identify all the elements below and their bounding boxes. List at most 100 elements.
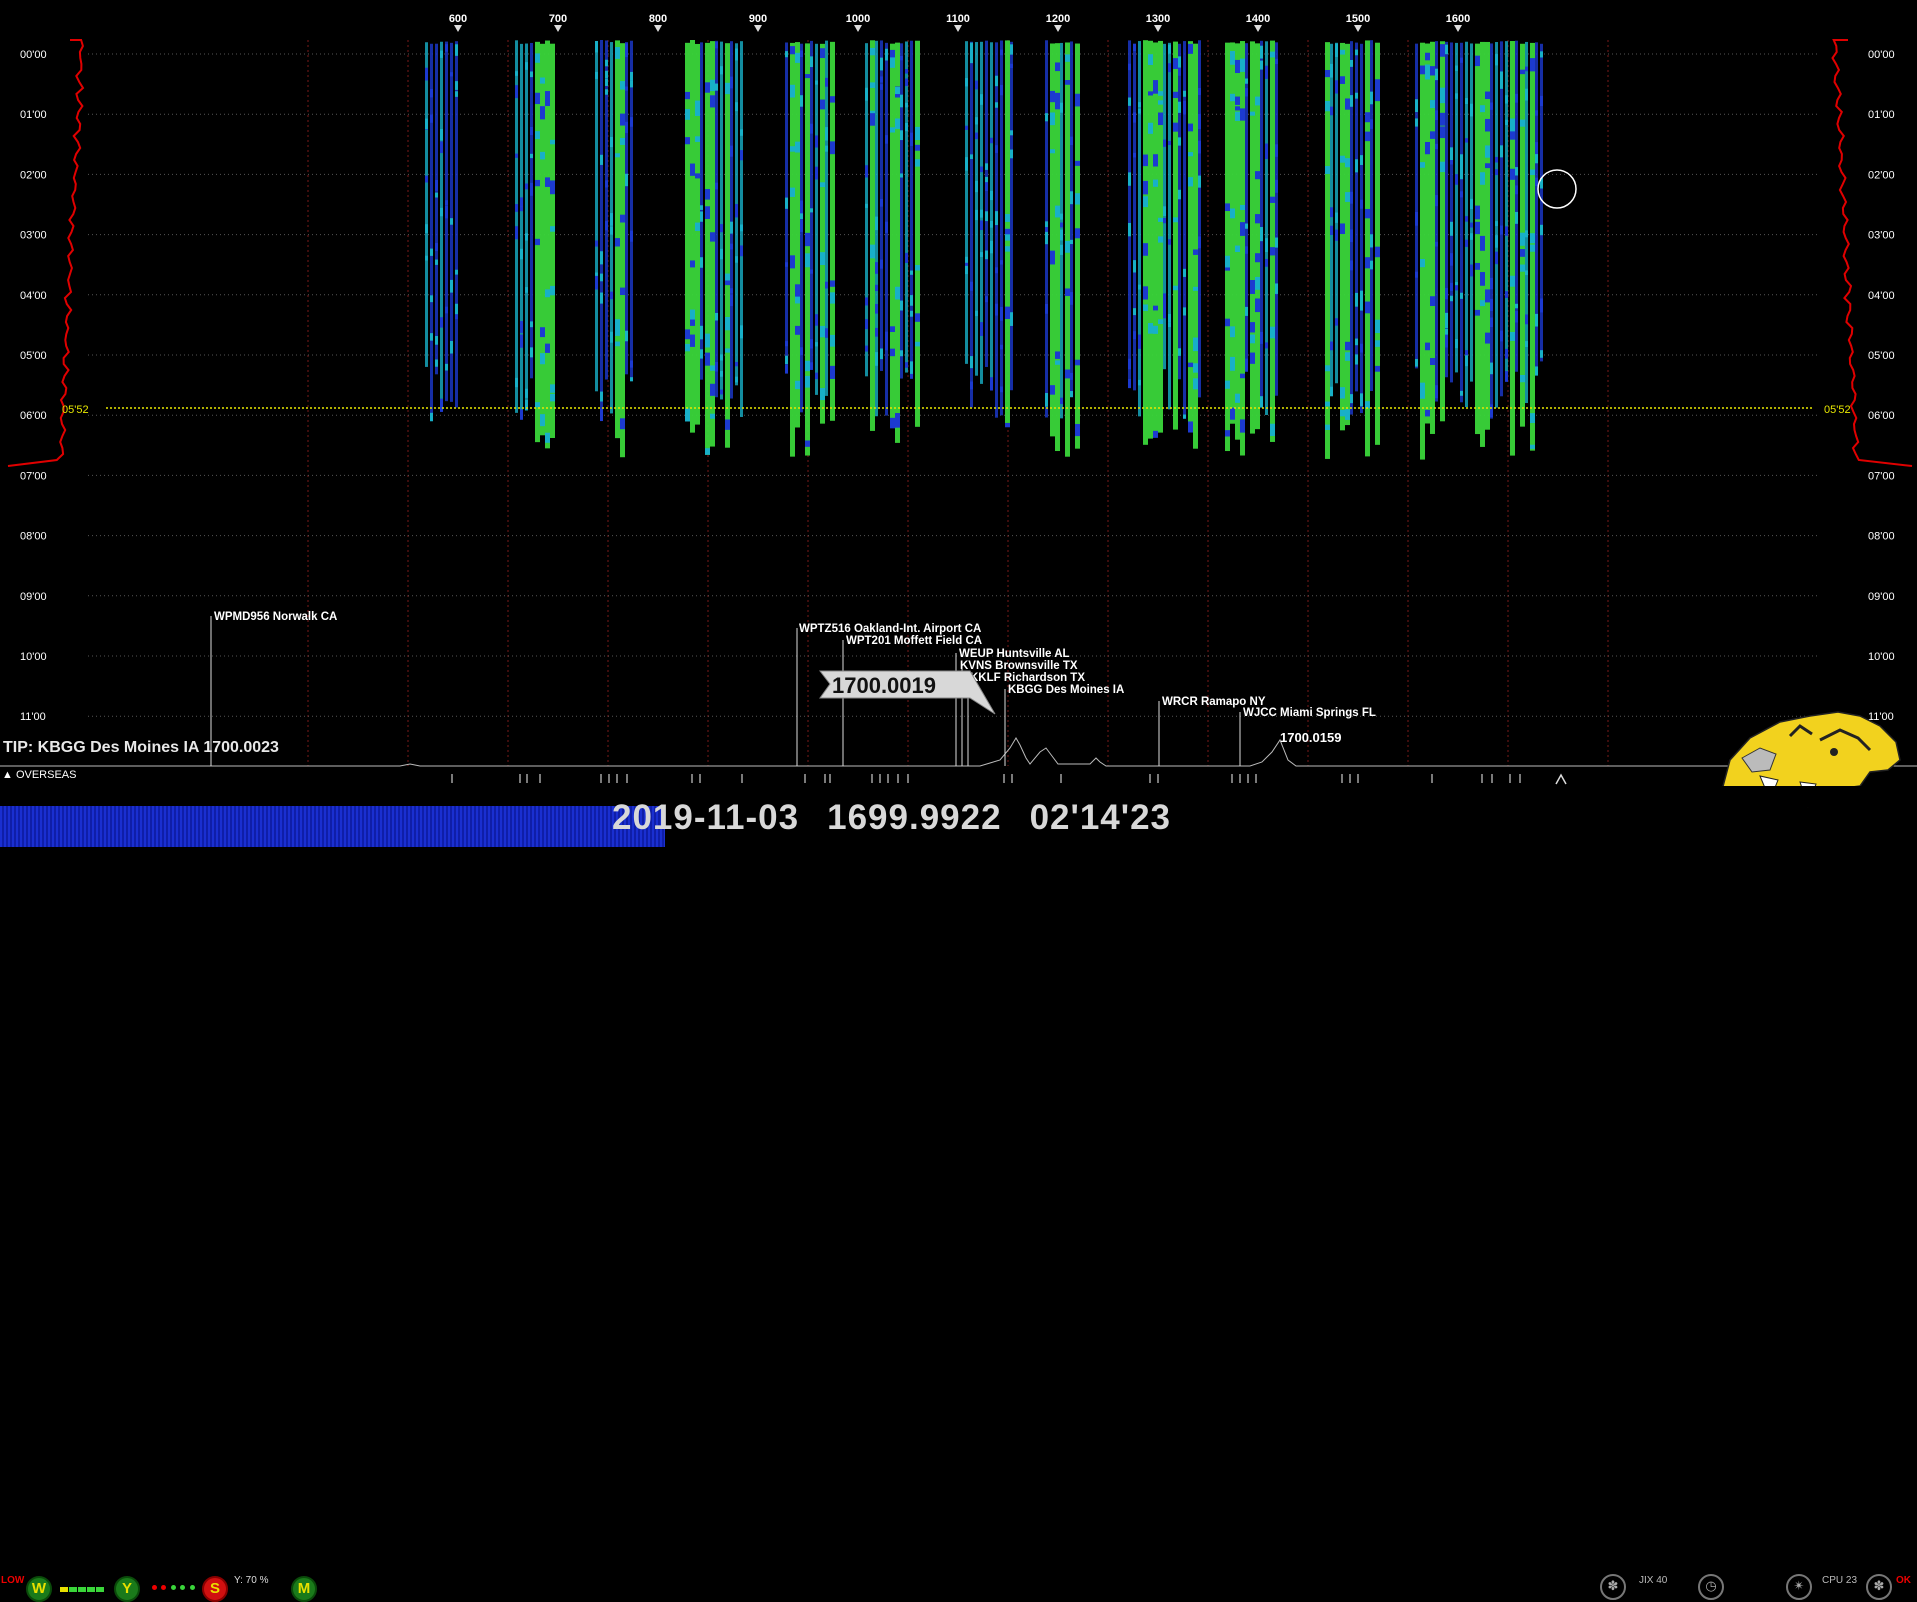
- signal-speck: [1435, 241, 1438, 247]
- signal-speck: [1375, 88, 1380, 102]
- signal-speck: [1465, 216, 1468, 222]
- station-label[interactable]: KBGG Des Moines IA: [1008, 684, 1124, 696]
- signal-speck: [1325, 424, 1330, 430]
- cursor-circle[interactable]: [1537, 169, 1577, 209]
- signal-speck: [885, 48, 888, 61]
- freq-marker: [1254, 25, 1262, 32]
- signal-speck: [1065, 288, 1070, 297]
- signal-speck: [805, 253, 810, 268]
- signal-band: [1450, 42, 1453, 383]
- station-label[interactable]: KKLF Richardson TX: [970, 672, 1085, 684]
- signal-speck: [1168, 239, 1171, 245]
- signal-speck: [1360, 302, 1363, 311]
- signal-speck: [1425, 52, 1430, 61]
- signal-speck: [1128, 358, 1131, 370]
- signal-speck: [1250, 111, 1255, 116]
- paw-icon[interactable]: ✽: [1600, 1574, 1626, 1600]
- signal-speck: [885, 221, 888, 233]
- w-indicator[interactable]: W: [26, 1576, 52, 1602]
- signal-speck: [605, 78, 608, 86]
- signal-speck: [1158, 217, 1163, 222]
- signal-speck: [700, 257, 703, 268]
- paw-icon[interactable]: ✽: [1866, 1574, 1892, 1600]
- signal-speck: [600, 154, 603, 165]
- signal-speck: [815, 135, 818, 148]
- signal-band: [975, 42, 978, 376]
- signal-speck: [630, 80, 633, 88]
- signal-speck: [875, 284, 878, 292]
- signal-speck: [1245, 88, 1248, 97]
- station-label[interactable]: KVNS Brownsville TX: [960, 660, 1078, 672]
- signal-band: [1475, 43, 1480, 435]
- signal-speck: [1520, 69, 1525, 75]
- m-indicator[interactable]: M: [291, 1576, 317, 1602]
- signal-speck: [705, 82, 710, 93]
- signal-band: [1153, 42, 1158, 436]
- signal-speck: [1225, 380, 1230, 389]
- signal-speck: [1075, 193, 1080, 205]
- station-label[interactable]: WPTZ516 Oakland-Int. Airport CA: [799, 623, 981, 635]
- overseas-toggle[interactable]: ▲ OVERSEAS: [2, 769, 76, 781]
- signal-speck: [1075, 93, 1080, 107]
- signal-speck: [605, 221, 608, 231]
- clock-icon[interactable]: ◷: [1698, 1574, 1724, 1600]
- signal-speck: [1178, 189, 1181, 200]
- signal-speck: [1485, 332, 1490, 344]
- signal-speck: [1345, 158, 1350, 168]
- signal-speck: [1005, 214, 1010, 222]
- y-indicator[interactable]: Y: [114, 1576, 140, 1602]
- signal-speck: [910, 132, 913, 147]
- signal-speck: [1148, 323, 1153, 334]
- signal-speck: [430, 114, 433, 123]
- signal-speck: [1365, 208, 1370, 219]
- station-label[interactable]: WPMD956 Norwalk CA: [214, 611, 337, 623]
- signal-speck: [900, 300, 903, 311]
- signal-speck: [445, 44, 448, 52]
- signal-speck: [785, 341, 788, 347]
- signal-speck: [515, 71, 518, 76]
- signal-band: [1188, 41, 1193, 426]
- signal-speck: [630, 71, 633, 81]
- signal-speck: [1515, 303, 1518, 309]
- signal-speck: [735, 376, 738, 383]
- signal-band: [620, 43, 625, 458]
- signal-speck: [1255, 171, 1260, 180]
- signal-speck: [1010, 312, 1013, 326]
- signal-speck: [1450, 282, 1453, 291]
- signal-band: [870, 40, 875, 431]
- signal-speck: [1500, 71, 1503, 84]
- signal-speck: [1133, 152, 1136, 158]
- station-label[interactable]: WEUP Huntsville AL: [959, 648, 1070, 660]
- gear-icon[interactable]: ✴: [1786, 1574, 1812, 1600]
- signal-speck: [1178, 56, 1181, 68]
- signal-speck: [1235, 393, 1240, 403]
- signal-speck: [1355, 292, 1358, 307]
- signal-speck: [1515, 211, 1518, 224]
- signal-speck: [520, 248, 523, 260]
- signal-speck: [1173, 217, 1178, 223]
- signal-speck: [1505, 371, 1508, 382]
- signal-speck: [1168, 322, 1171, 328]
- cursor-frequency-value: 1700.0019: [832, 673, 936, 698]
- signal-speck: [690, 334, 695, 347]
- signal-speck: [985, 163, 988, 170]
- signal-speck: [965, 265, 968, 275]
- signal-speck: [1375, 79, 1380, 90]
- signal-speck: [530, 153, 533, 159]
- signal-speck: [900, 130, 903, 141]
- station-label[interactable]: WPT201 Moffett Field CA: [846, 635, 982, 647]
- chevron-up-icon[interactable]: [1555, 773, 1567, 785]
- signal-speck: [1490, 317, 1493, 328]
- spectrogram-display[interactable]: 600 700 800 900 1000 1100 1200 1300 1400 1500 1600…: [0, 0, 1917, 847]
- signal-speck: [535, 238, 540, 246]
- signal-band: [690, 40, 695, 433]
- signal-speck: [1510, 118, 1515, 132]
- signal-speck: [530, 71, 533, 78]
- station-label[interactable]: WJCC Miami Springs FL: [1243, 707, 1376, 719]
- signal-speck: [1440, 44, 1445, 57]
- signal-speck: [1330, 225, 1333, 235]
- s-indicator[interactable]: S: [202, 1576, 228, 1602]
- signal-speck: [980, 166, 983, 173]
- signal-speck: [720, 354, 723, 361]
- signal-speck: [820, 48, 825, 59]
